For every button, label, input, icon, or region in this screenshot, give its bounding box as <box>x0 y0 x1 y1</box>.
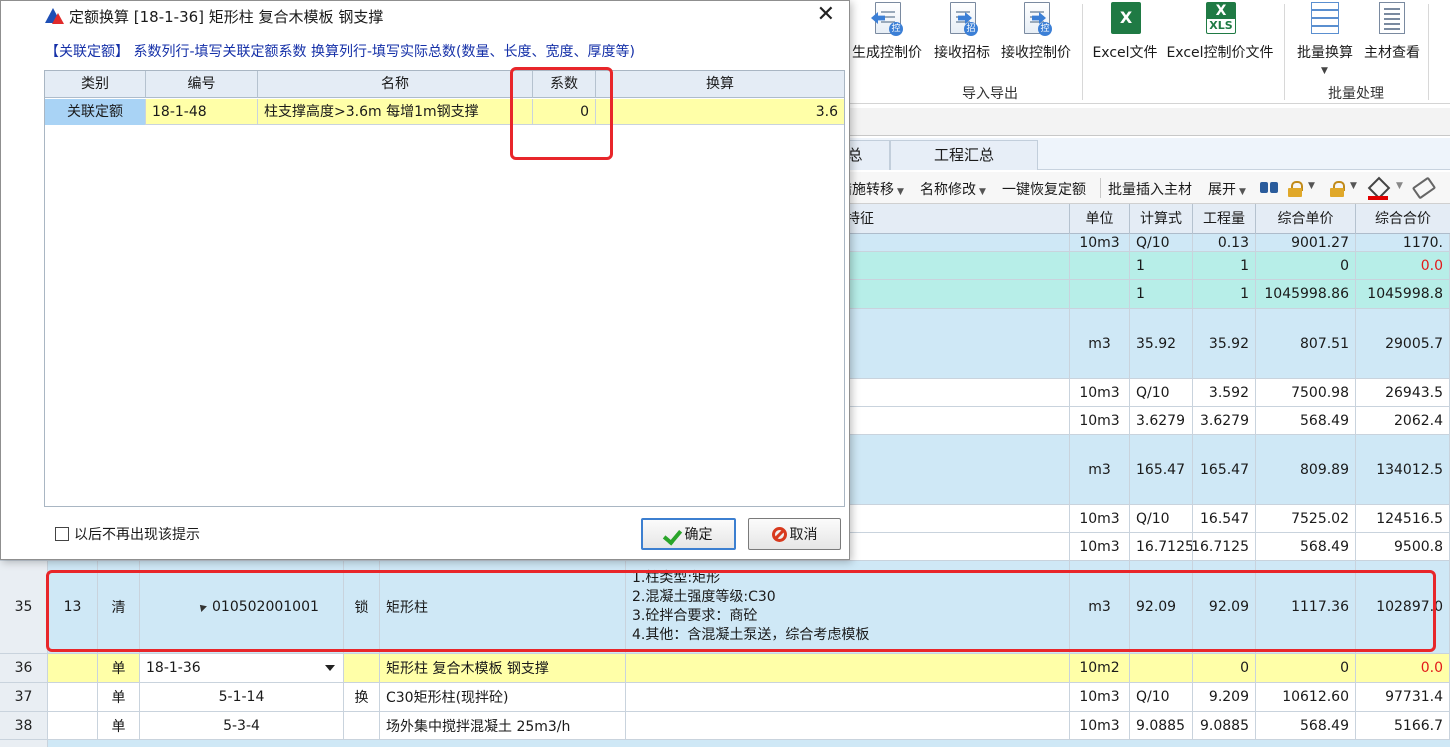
chevron-down-icon[interactable]: ▼ <box>1350 181 1357 191</box>
main-material-button[interactable]: 主材查看 <box>1360 2 1424 72</box>
lock-icon[interactable] <box>1288 181 1303 197</box>
chevron-down-icon: ▼ <box>979 187 986 197</box>
related-quota-header: 类别 编号 名称 系数 换算 <box>45 71 844 98</box>
excel-control-price-button[interactable]: X XLS Excel控制价文件 <box>1164 2 1276 72</box>
excel-file-icon: X <box>1109 2 1141 38</box>
header-conversion[interactable]: 换算 <box>596 71 844 98</box>
receive-tender-icon: 招 <box>946 2 978 38</box>
ribbon-separator <box>1428 4 1429 100</box>
restore-quota-button[interactable]: 一键恢复定额 <box>1002 179 1086 199</box>
chevron-down-icon: ▼ <box>1239 187 1246 197</box>
batch-insert-material-button[interactable]: 批量插入主材 <box>1108 179 1192 199</box>
ok-button[interactable]: 确定 <box>641 518 736 550</box>
related-quota-row[interactable]: 关联定额 18-1-48 柱支撑高度>3.6m 每增1m钢支撑 0 3.6 <box>45 99 844 125</box>
chevron-down-icon: ▼ <box>897 187 904 197</box>
toolbar-separator <box>1100 178 1101 198</box>
excel-xls-icon: X XLS <box>1204 2 1236 38</box>
ribbon-separator <box>1284 4 1285 100</box>
main-material-icon <box>1376 2 1408 38</box>
app-logo-icon <box>45 8 64 24</box>
ribbon-separator <box>1082 4 1083 100</box>
receive-control-price-button[interactable]: 控 接收控制价 <box>998 2 1074 72</box>
batch-convert-button[interactable]: 批量换算 <box>1292 2 1358 72</box>
expand-button[interactable]: 展开 ▼ <box>1208 179 1246 199</box>
rename-button[interactable]: 名称修改 ▼ <box>920 179 986 199</box>
receive-tender-button[interactable]: 招 接收招标 <box>930 2 994 72</box>
cell-name[interactable]: 柱支撑高度>3.6m 每增1m钢支撑 <box>258 99 533 125</box>
header-name[interactable]: 名称 <box>258 71 533 98</box>
header-formula[interactable]: 计算式 <box>1130 204 1193 234</box>
excel-file-button[interactable]: X Excel文件 <box>1092 2 1158 72</box>
row-highlight-box <box>46 570 1436 652</box>
header-unit[interactable]: 单位 <box>1070 204 1130 234</box>
tab-project-summary[interactable]: 工程汇总 <box>890 140 1038 170</box>
cancel-button[interactable]: 取消 <box>748 518 841 550</box>
eraser-icon[interactable] <box>1411 176 1437 200</box>
conversion-input[interactable]: 3.6 <box>611 99 844 125</box>
receive-control-price-icon: 控 <box>1020 2 1052 38</box>
close-icon[interactable]: ✕ <box>817 3 835 27</box>
group-label-batch: 批量处理 <box>1328 86 1384 102</box>
dont-show-again-label: 以后不再出现该提示 <box>74 527 200 543</box>
paint-bucket-icon[interactable] <box>1368 179 1388 200</box>
generate-control-price-button[interactable]: 控 生成控制价 <box>850 2 924 72</box>
batch-convert-icon <box>1309 2 1341 38</box>
dialog-hint: 【关联定额】 系数列行-填写关联定额系数 换算列行-填写实际总数(数量、长度、宽… <box>45 44 635 60</box>
table-row-quota[interactable]: 37 单 5-1-14 换 C30矩形柱(现拌砼) 10m3 Q/10 9.20… <box>0 683 1450 712</box>
quota-code-dropdown[interactable]: 18-1-36 <box>140 654 344 682</box>
header-unit-price[interactable]: 综合单价 <box>1256 204 1356 234</box>
quota-conversion-dialog: 定额换算 [18-1-36] 矩形柱 复合木模板 钢支撑 ✕ 【关联定额】 系数… <box>0 0 850 560</box>
chevron-down-icon[interactable]: ▼ <box>1396 181 1403 191</box>
binoculars-icon[interactable] <box>1260 180 1278 194</box>
dialog-titlebar[interactable]: 定额换算 [18-1-36] 矩形柱 复合木模板 钢支撑 ✕ <box>1 1 849 31</box>
table-row <box>0 740 1450 747</box>
header-total[interactable]: 综合合价 <box>1356 204 1450 234</box>
group-label-import-export: 导入导出 <box>962 86 1018 102</box>
cell-category[interactable]: 关联定额 <box>45 99 146 125</box>
coefficient-highlight-box <box>510 67 613 160</box>
table-row-quota[interactable]: 38 单 5-3-4 场外集中搅拌混凝土 25m3/h 10m3 9.0885 … <box>0 712 1450 740</box>
related-quota-table: 类别 编号 名称 系数 换算 关联定额 18-1-48 柱支撑高度>3.6m 每… <box>44 70 845 507</box>
lock-icon[interactable] <box>1330 181 1345 197</box>
table-row-quota[interactable]: 36 单 18-1-36 矩形柱 复合木模板 钢支撑 10m2 0 0 0.0 <box>0 654 1450 683</box>
dialog-title: 定额换算 [18-1-36] 矩形柱 复合木模板 钢支撑 <box>69 8 384 26</box>
cell-code[interactable]: 18-1-48 <box>146 99 258 125</box>
chevron-down-icon[interactable]: ▼ <box>1321 66 1328 76</box>
header-category[interactable]: 类别 <box>45 71 146 98</box>
header-code[interactable]: 编号 <box>146 71 258 98</box>
dont-show-again-checkbox[interactable] <box>55 527 69 541</box>
cancel-circle-icon <box>771 526 787 542</box>
dropdown-arrow-icon[interactable] <box>325 665 335 671</box>
checkmark-icon <box>665 527 683 541</box>
chevron-down-icon[interactable]: ▼ <box>1308 181 1315 191</box>
header-quantity[interactable]: 工程量 <box>1193 204 1256 234</box>
generate-control-price-icon: 控 <box>871 2 903 38</box>
